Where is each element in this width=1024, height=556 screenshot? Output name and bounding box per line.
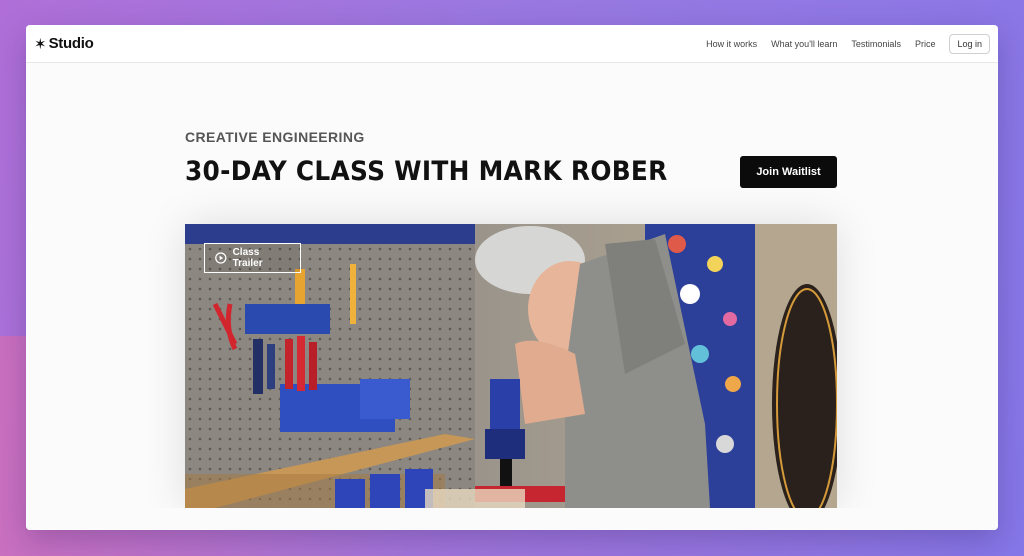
nav-link-testimonials[interactable]: Testimonials [851,39,901,49]
brand-logo[interactable]: ✶ Studio [34,35,94,53]
brand-name: Studio [48,35,94,52]
nav-link-how-it-works[interactable]: How it works [706,39,757,49]
page-footer-edge [26,508,998,530]
hero-kicker: CREATIVE ENGINEERING [185,129,365,145]
login-button[interactable]: Log in [949,33,990,54]
browser-window: ✶ Studio How it works What you'll learn … [26,25,998,530]
class-trailer-button[interactable]: Class Trailer [204,243,301,273]
nav-link-price[interactable]: Price [915,39,936,49]
play-circle-icon [215,252,227,264]
main-nav: How it works What you'll learn Testimoni… [706,33,990,54]
hero-title: 30-DAY CLASS WITH MARK ROBER [185,156,668,187]
video-player[interactable]: Class Trailer [185,224,837,508]
nav-link-what-youll-learn[interactable]: What you'll learn [771,39,837,49]
star-icon: ✶ [34,35,47,53]
class-trailer-label: Class Trailer [232,247,263,269]
top-navbar: ✶ Studio How it works What you'll learn … [26,25,998,63]
join-waitlist-button[interactable]: Join Waitlist [740,156,837,188]
